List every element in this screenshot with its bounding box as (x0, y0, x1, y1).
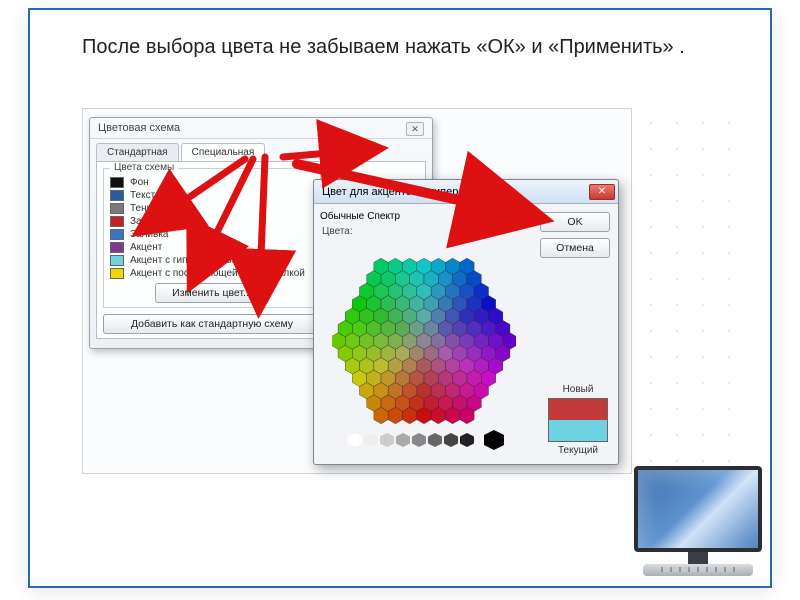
scheme-row[interactable]: Фон (110, 177, 314, 188)
scheme-item-label: Фон (130, 177, 149, 188)
scheme-item-label: Тени (130, 203, 152, 214)
color-swatch (110, 268, 124, 279)
grey-hex[interactable] (380, 433, 394, 447)
current-color-label: Текущий (548, 445, 608, 456)
picker-right-buttons: OK Отмена (540, 212, 610, 258)
scheme-row[interactable]: Тени (110, 203, 314, 214)
hex-color-palette[interactable] (332, 256, 516, 426)
color-swatch (110, 177, 124, 188)
grey-hex[interactable] (364, 433, 378, 447)
grey-hex[interactable] (396, 433, 410, 447)
scheme-row[interactable]: Акцент (110, 242, 314, 253)
monitor-clipart (628, 466, 768, 586)
scheme-row[interactable]: Акцент с гиперссылкой (110, 255, 314, 266)
scheme-colors-group: Цвета схемы ФонТекст/линииТениЗаголовокЗ… (103, 168, 321, 308)
tab-special[interactable]: Специальная (181, 143, 266, 161)
grey-hex[interactable] (412, 433, 426, 447)
workspace-area: Цветовая схема ✕ Стандартная Специальная… (82, 108, 632, 474)
scheme-item-label: Акцент с последующей гиперссылкой (130, 268, 305, 279)
new-color-half (549, 399, 607, 420)
grey-scale-row[interactable] (348, 430, 508, 450)
grey-hex[interactable] (444, 433, 458, 447)
scheme-item-label: Заливка (130, 229, 169, 240)
scheme-item-label: Заголовок (130, 216, 177, 227)
ok-button[interactable]: OK (540, 212, 610, 232)
color-swatch (110, 216, 124, 227)
color-preview: Новый Текущий (548, 384, 608, 456)
grey-hex[interactable] (348, 433, 362, 447)
scheme-color-list: Фон Текст/линии Тени Заголовок Заливка Акцент… (110, 177, 314, 279)
color-scheme-tabs: Стандартная Специальная (90, 139, 432, 161)
close-icon[interactable]: ✕ (406, 122, 424, 136)
scheme-colors-legend: Цвета схемы (110, 162, 178, 173)
save-as-standard-button[interactable]: Добавить как стандартную схему (103, 314, 321, 334)
color-swatch (110, 203, 124, 214)
close-icon[interactable] (589, 184, 615, 200)
caption-text: После выбора цвета не забываем нажать «О… (82, 34, 718, 61)
change-color-button[interactable]: Изменить цвет... (155, 283, 269, 303)
picker-titlebar: Цвет для акцентов и гиперссылок (314, 180, 618, 204)
new-color-label: Новый (548, 384, 608, 395)
tab-spectrum[interactable]: Спектр (367, 211, 400, 222)
grey-hex[interactable] (460, 433, 474, 447)
color-preview-swatch (548, 398, 608, 442)
scheme-row[interactable]: Заголовок (110, 216, 314, 227)
color-swatch (110, 229, 124, 240)
tab-standard[interactable]: Стандартная (96, 143, 179, 161)
window-buttons (589, 184, 615, 200)
color-scheme-title: Цветовая схема (98, 122, 180, 134)
color-scheme-titlebar: Цветовая схема ✕ (90, 118, 432, 139)
scheme-item-label: Акцент с гиперссылкой (130, 255, 237, 266)
scheme-row[interactable]: Заливка (110, 229, 314, 240)
scheme-row[interactable]: Акцент с последующей гиперссылкой (110, 268, 314, 279)
grey-hex[interactable] (484, 430, 504, 450)
color-swatch (110, 255, 124, 266)
picker-body: Обычные Спектр Цвета: OK Отмена Новый Те… (314, 204, 618, 464)
current-color-half (549, 420, 607, 441)
tab-usual[interactable]: Обычные (320, 211, 364, 222)
scheme-item-label: Текст/линии (130, 190, 186, 201)
scheme-item-label: Акцент (130, 242, 162, 253)
color-swatch (110, 242, 124, 253)
color-swatch (110, 190, 124, 201)
picker-title: Цвет для акцентов и гиперссылок (322, 186, 495, 198)
grey-hex[interactable] (428, 433, 442, 447)
color-picker-dialog: Цвет для акцентов и гиперссылок Обычные … (313, 179, 619, 465)
scheme-row[interactable]: Текст/линии (110, 190, 314, 201)
picker-cancel-button[interactable]: Отмена (540, 238, 610, 258)
